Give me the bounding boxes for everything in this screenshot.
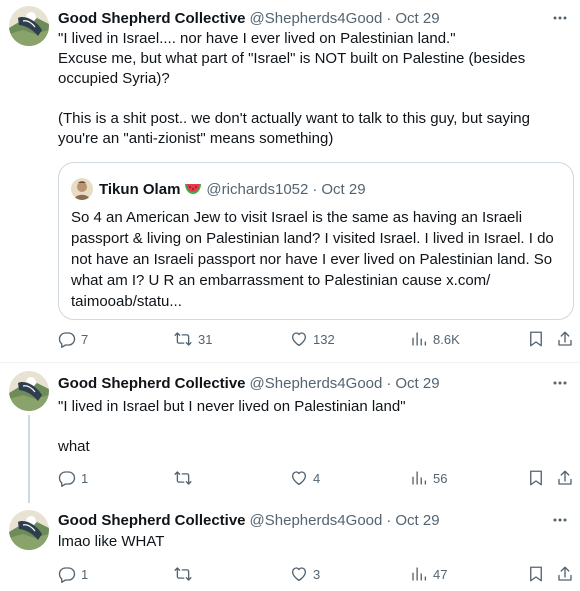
ellipsis-icon bbox=[553, 16, 567, 20]
analytics-icon bbox=[412, 332, 427, 346]
shepherd-logo-icon bbox=[9, 6, 49, 46]
reply-icon bbox=[58, 332, 76, 348]
reply-icon bbox=[58, 567, 76, 583]
views-button[interactable]: 47 bbox=[410, 564, 447, 584]
tweet-text: "I lived in Israel.... nor have I ever l… bbox=[58, 30, 530, 147]
shepherd-logo-icon bbox=[9, 371, 49, 411]
author-name[interactable]: Good Shepherd Collective bbox=[58, 375, 246, 392]
share-icon bbox=[558, 331, 572, 346]
bookmark-button[interactable] bbox=[527, 468, 545, 488]
analytics-icon bbox=[412, 567, 427, 581]
quote-text: So 4 an American Jew to visit Israel is … bbox=[71, 209, 554, 310]
avatar[interactable] bbox=[9, 6, 49, 46]
ellipsis-icon bbox=[553, 518, 567, 522]
bookmark-icon bbox=[530, 331, 542, 347]
more-options-button[interactable] bbox=[550, 510, 570, 530]
separator-dot: · bbox=[386, 511, 392, 529]
view-count: 47 bbox=[433, 566, 448, 582]
tweet[interactable]: Good Shepherd Collective @Shepherds4Good… bbox=[0, 0, 580, 362]
like-button[interactable]: 132 bbox=[290, 329, 335, 349]
heart-icon bbox=[291, 567, 307, 582]
author-handle[interactable]: @Shepherds4Good bbox=[250, 375, 383, 392]
author-handle[interactable]: @Shepherds4Good bbox=[250, 512, 383, 529]
author-name[interactable]: Good Shepherd Collective bbox=[58, 10, 246, 27]
reply-button[interactable]: 7 bbox=[58, 329, 88, 349]
quote-header: Tikun Olam @richards1052 · Oct 29 bbox=[99, 179, 366, 199]
bookmark-icon bbox=[530, 566, 542, 582]
heart-icon bbox=[291, 332, 307, 347]
share-button[interactable] bbox=[556, 564, 574, 584]
share-button[interactable] bbox=[556, 468, 574, 488]
author-handle[interactable]: @Shepherds4Good bbox=[250, 10, 383, 27]
avatar[interactable] bbox=[9, 371, 49, 411]
tweet[interactable]: Good Shepherd Collective @Shepherds4Good… bbox=[0, 503, 580, 591]
thread-line bbox=[28, 415, 30, 503]
timestamp[interactable]: Oct 29 bbox=[395, 10, 439, 27]
timestamp[interactable]: Oct 29 bbox=[395, 375, 439, 392]
action-bar: 7 31 132 8.6K bbox=[58, 329, 574, 349]
share-icon bbox=[558, 470, 572, 485]
like-count: 132 bbox=[313, 331, 335, 347]
like-count: 4 bbox=[313, 470, 321, 486]
view-count: 8.6K bbox=[433, 331, 460, 347]
reply-icon bbox=[58, 471, 76, 487]
separator-dot: · bbox=[386, 9, 392, 27]
bookmark-button[interactable] bbox=[527, 564, 545, 584]
quote-timestamp[interactable]: Oct 29 bbox=[321, 181, 365, 198]
quoted-tweet[interactable]: Tikun Olam @richards1052 · Oct 29 So 4 a… bbox=[58, 162, 574, 320]
share-button[interactable] bbox=[556, 329, 574, 349]
like-button[interactable]: 3 bbox=[290, 564, 320, 584]
tweet[interactable]: Good Shepherd Collective @Shepherds4Good… bbox=[0, 363, 580, 503]
quote-avatar[interactable] bbox=[71, 178, 93, 200]
action-bar: 1 4 56 bbox=[58, 468, 574, 488]
shepherd-logo-icon bbox=[9, 510, 49, 550]
reply-count: 7 bbox=[81, 331, 89, 347]
tweet-header: Good Shepherd Collective @Shepherds4Good… bbox=[58, 373, 440, 393]
reply-button[interactable]: 1 bbox=[58, 564, 88, 584]
portrait-icon bbox=[71, 178, 93, 200]
tweet-header: Good Shepherd Collective @Shepherds4Good… bbox=[58, 8, 440, 28]
timestamp[interactable]: Oct 29 bbox=[395, 512, 439, 529]
avatar[interactable] bbox=[9, 510, 49, 550]
reply-count: 1 bbox=[81, 470, 89, 486]
like-count: 3 bbox=[313, 566, 321, 582]
repost-button[interactable] bbox=[173, 564, 198, 584]
views-button[interactable]: 8.6K bbox=[410, 329, 460, 349]
like-button[interactable]: 4 bbox=[290, 468, 320, 488]
repost-icon bbox=[174, 332, 192, 346]
watermelon-emoji-icon bbox=[185, 184, 202, 194]
more-options-button[interactable] bbox=[550, 373, 570, 393]
repost-count: 31 bbox=[198, 331, 213, 347]
separator-dot: · bbox=[386, 374, 392, 392]
action-bar: 1 3 47 bbox=[58, 564, 574, 584]
share-icon bbox=[558, 566, 572, 581]
repost-icon bbox=[174, 471, 192, 485]
tweet-header: Good Shepherd Collective @Shepherds4Good… bbox=[58, 510, 440, 530]
tweet-text: lmao like WHAT bbox=[58, 533, 165, 550]
bookmark-button[interactable] bbox=[527, 329, 545, 349]
quote-author-name[interactable]: Tikun Olam bbox=[99, 181, 180, 198]
repost-button[interactable]: 31 bbox=[173, 329, 212, 349]
view-count: 56 bbox=[433, 470, 448, 486]
quote-author-handle[interactable]: @richards1052 bbox=[206, 181, 308, 198]
author-name[interactable]: Good Shepherd Collective bbox=[58, 512, 246, 529]
more-options-button[interactable] bbox=[550, 8, 570, 28]
tweet-text: "I lived in Israel but I never lived on … bbox=[58, 398, 406, 455]
views-button[interactable]: 56 bbox=[410, 468, 447, 488]
repost-icon bbox=[174, 567, 192, 581]
analytics-icon bbox=[412, 471, 427, 485]
ellipsis-icon bbox=[553, 381, 567, 385]
reply-button[interactable]: 1 bbox=[58, 468, 88, 488]
heart-icon bbox=[291, 471, 307, 486]
bookmark-icon bbox=[530, 470, 542, 486]
reply-count: 1 bbox=[81, 566, 89, 582]
repost-button[interactable] bbox=[173, 468, 198, 488]
separator-dot: · bbox=[312, 180, 318, 198]
